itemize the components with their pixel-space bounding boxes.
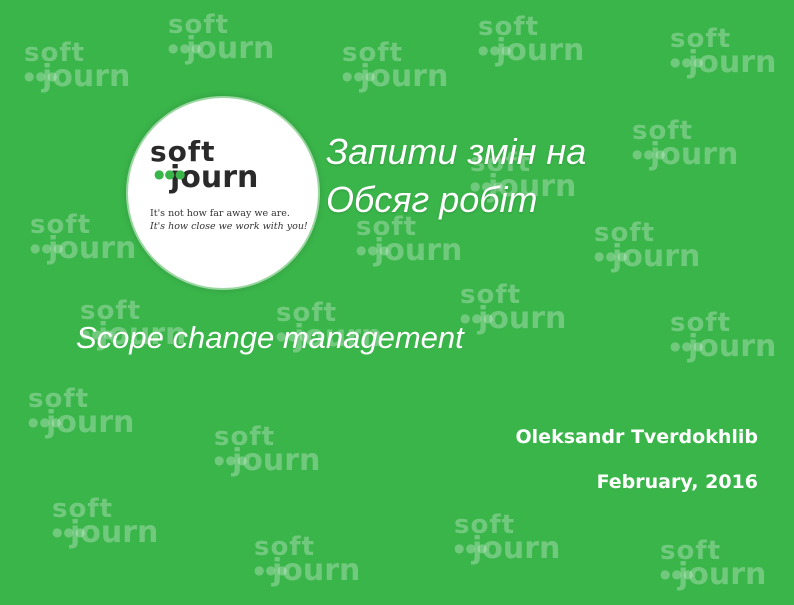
slide-subtitle: Scope change management [76, 320, 464, 355]
author-name: Oleksandr Tverdokhlib [515, 426, 758, 448]
title-line-1: Запити змін на [326, 131, 587, 172]
watermark-logo: soft ●●● journ [52, 494, 159, 550]
watermark-logo: soft ●●● journ [254, 532, 361, 588]
watermark-logo: soft ●●● journ [670, 308, 777, 364]
title-slide: soft ●●● journ soft ●●● journ soft ●●● journ soft… [0, 0, 794, 605]
tagline-line-1: It's not how far away we are. [150, 208, 290, 219]
watermark-logo: soft ●●● journ [594, 218, 701, 274]
watermark-logo: soft ●●● journ [478, 12, 585, 68]
presentation-date: February, 2016 [596, 471, 758, 493]
watermark-logo: soft ●●● journ [214, 422, 321, 478]
watermark-logo: soft ●●● journ [28, 384, 135, 440]
logo-tagline: It's not how far away we are. It's how c… [150, 208, 310, 234]
watermark-logo: soft ●●● journ [168, 10, 275, 66]
logo-dots-icon: ●●● [154, 167, 186, 181]
watermark-logo: soft ●●● journ [670, 24, 777, 80]
softjourn-logo: soft ●●● journ [150, 138, 258, 193]
watermark-logo: soft ●●● journ [460, 280, 567, 336]
watermark-logo: soft ●●● journ [454, 510, 561, 566]
slide-title: Запити змін на Обсяг робіт [326, 128, 586, 224]
watermark-logo: soft ●●● journ [24, 38, 131, 94]
title-line-2: Обсяг робіт [326, 179, 538, 220]
watermark-logo: soft ●●● journ [660, 536, 767, 592]
tagline-line-2: It's how close we work with you! [150, 220, 308, 232]
watermark-logo: soft ●●● journ [632, 116, 739, 172]
watermark-logo: soft ●●● journ [342, 38, 449, 94]
watermark-logo: soft ●●● journ [30, 210, 137, 266]
